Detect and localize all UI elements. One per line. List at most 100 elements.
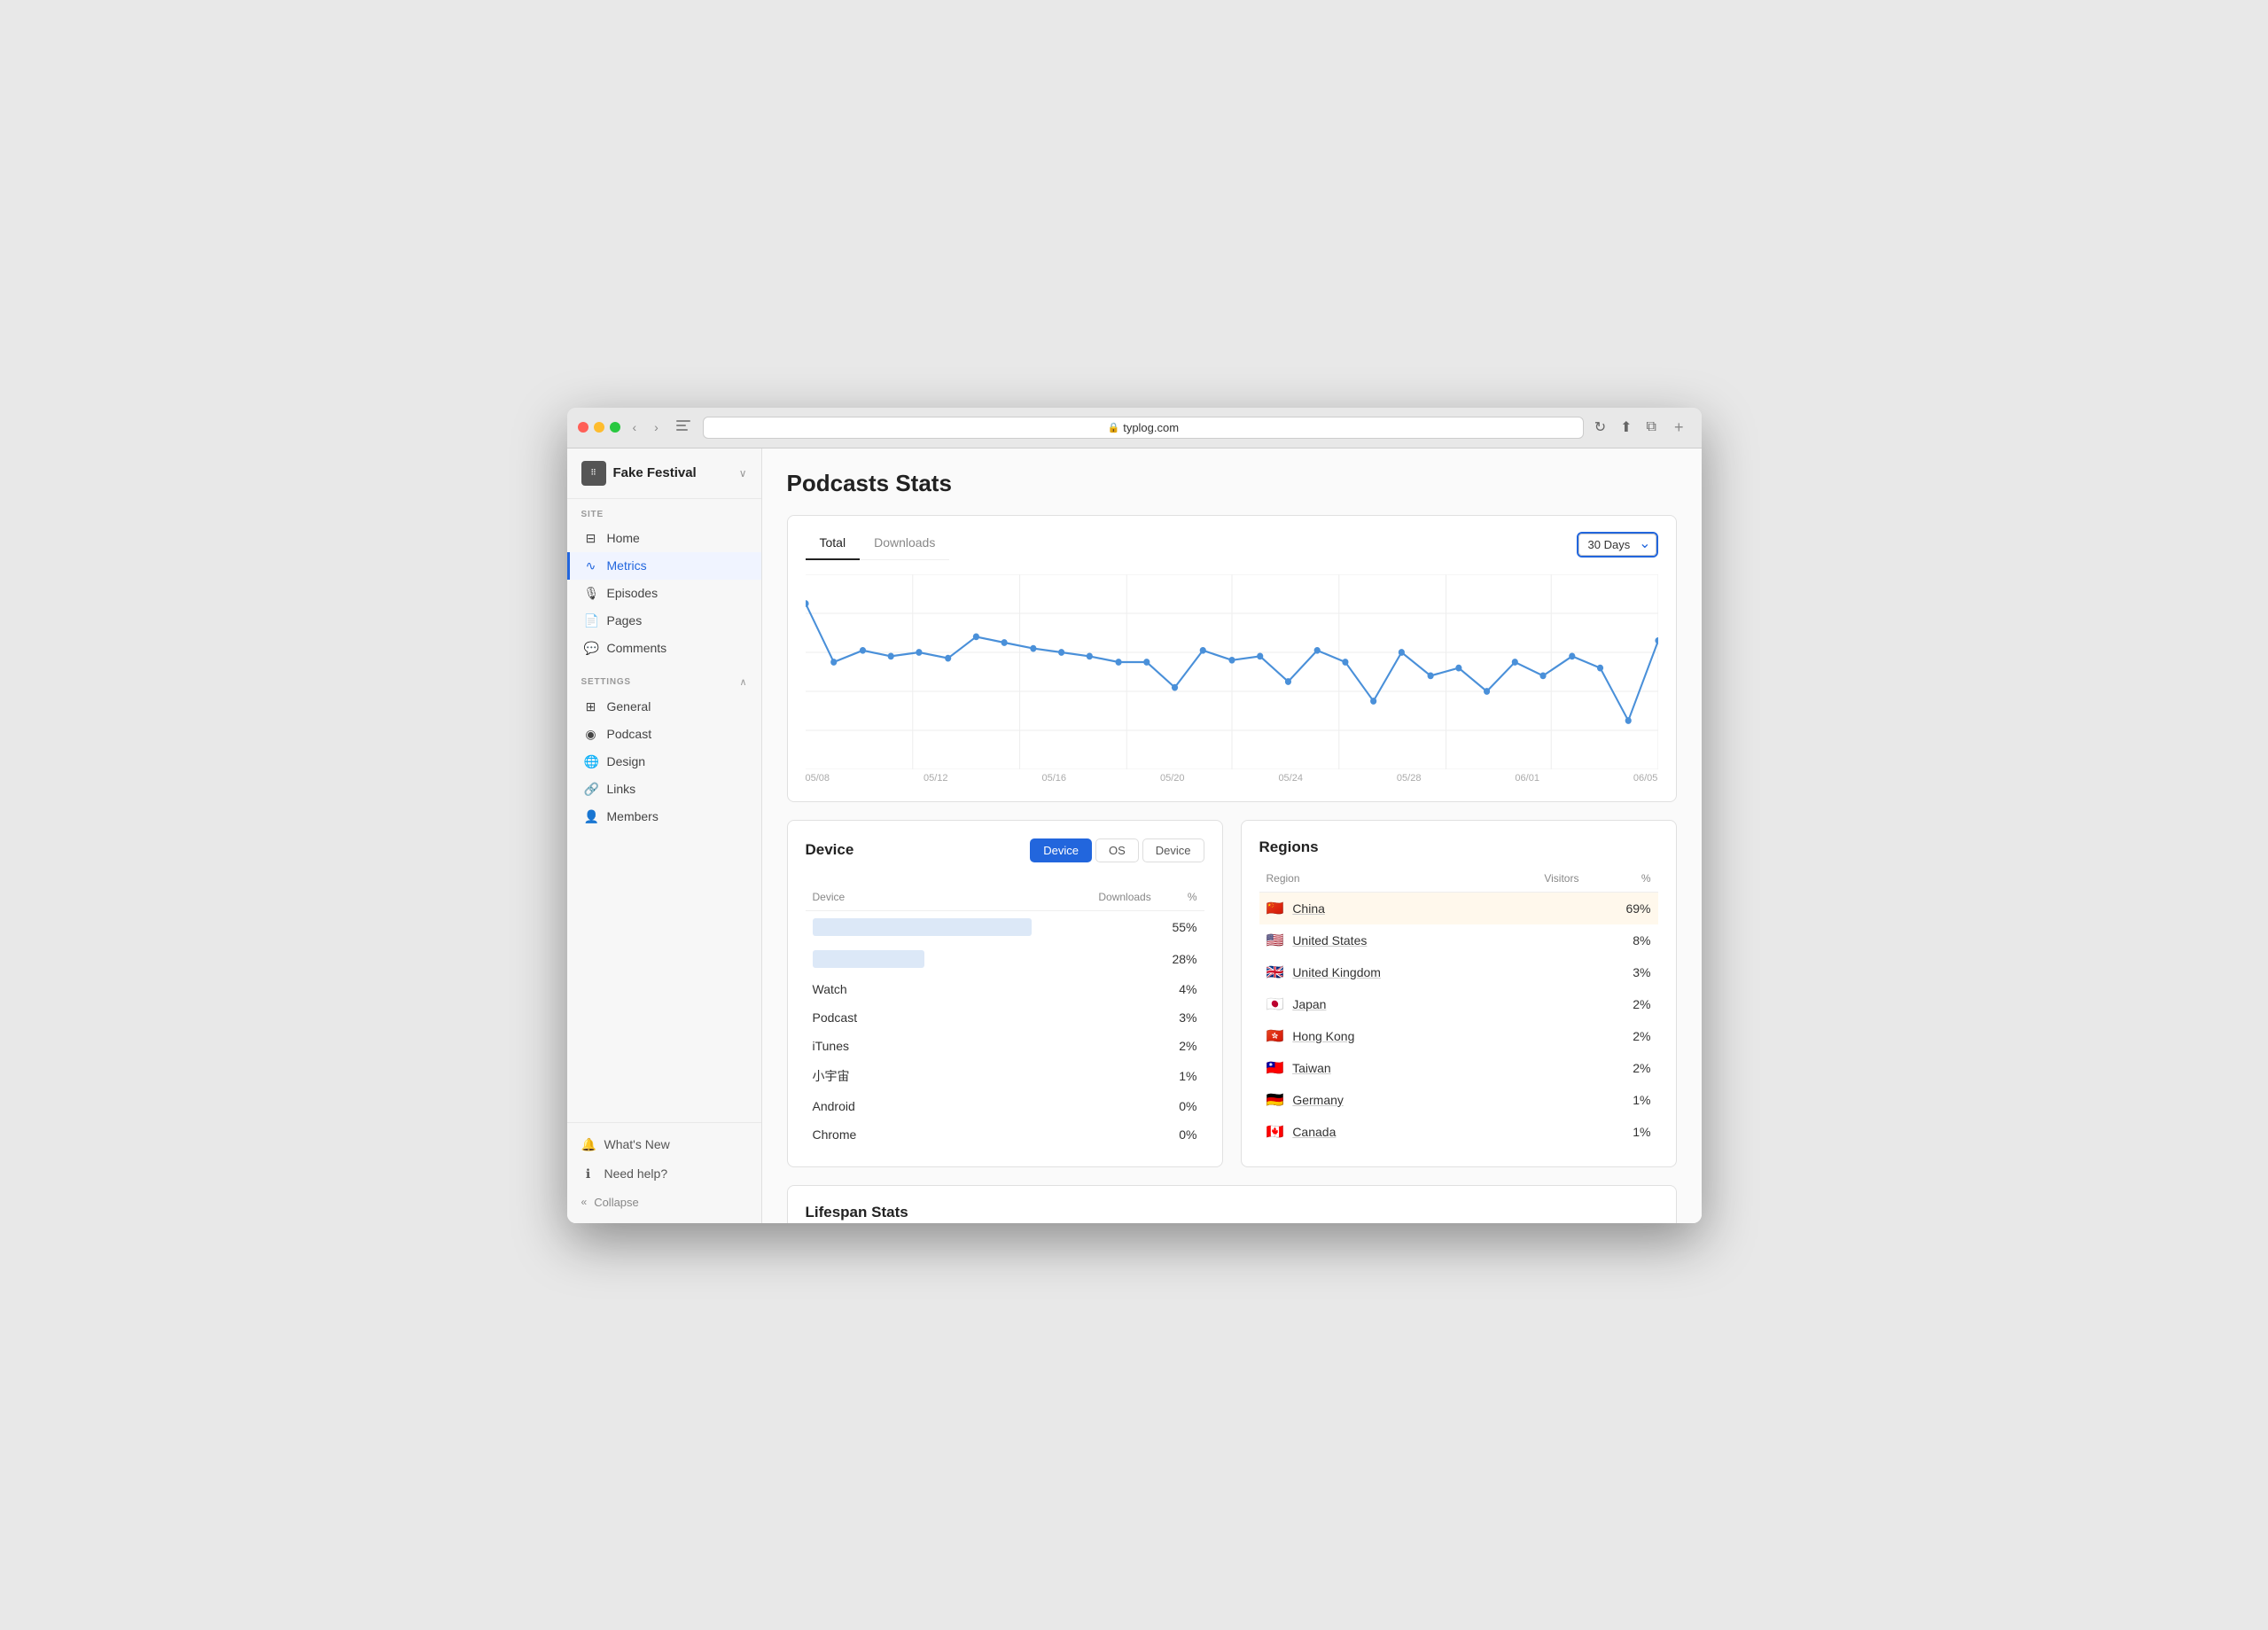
filter-tab-app[interactable]: Device (1142, 838, 1204, 862)
site-header[interactable]: ⠿ Fake Festival ∨ (567, 448, 761, 499)
flag-icon: 🇺🇸 (1266, 933, 1284, 948)
share-button[interactable]: ⬆ (1617, 415, 1635, 440)
sidebar-item-label: Podcast (607, 727, 652, 741)
device-pct: 3% (1158, 1003, 1204, 1032)
col-region: Region (1259, 869, 1497, 893)
region-row: 🇭🇰 Hong Kong 2% (1259, 1020, 1658, 1052)
col-pct-region: % (1586, 869, 1657, 893)
close-button[interactable] (578, 422, 588, 433)
chart-svg (806, 574, 1658, 769)
comments-icon: 💬 (584, 641, 598, 656)
col-device: Device (806, 887, 1080, 911)
sidebar-item-links[interactable]: 🔗 Links (567, 776, 761, 803)
sidebar-item-label: Design (607, 754, 646, 768)
sidebar-item-metrics[interactable]: ∿ Metrics (567, 552, 761, 580)
x-label-0: 05/08 (806, 773, 830, 784)
region-link[interactable]: Canada (1292, 1125, 1336, 1139)
regions-card: Regions Region Visitors % 🇨🇳 China (1241, 820, 1677, 1167)
filter-tab-device[interactable]: Device (1030, 838, 1092, 862)
episodes-icon: 🎙 (584, 586, 598, 601)
forward-button[interactable]: › (649, 418, 664, 436)
region-row: 🇬🇧 United Kingdom 3% (1259, 956, 1658, 988)
sidebar-bottom: 🔔 What's New ℹ Need help? « Collapse (567, 1122, 761, 1223)
filter-tab-os[interactable]: OS (1095, 838, 1139, 862)
site-nav-section: SITE ⊟ Home ∿ Metrics 🎙 Episodes 📄 Pages (567, 499, 761, 666)
site-chevron-icon: ∨ (739, 467, 747, 480)
region-link[interactable]: China (1292, 901, 1325, 916)
period-select-wrapper: 30 Days 7 Days 90 Days 1 Year (1577, 532, 1658, 558)
sidebar-item-label: Need help? (604, 1166, 668, 1181)
sidebar-item-label: Episodes (607, 586, 659, 600)
sidebar-item-comments[interactable]: 💬 Comments (567, 635, 761, 662)
help-icon: ℹ (581, 1166, 596, 1182)
region-link[interactable]: Hong Kong (1292, 1029, 1354, 1043)
col-pct: % (1158, 887, 1204, 911)
flag-icon: 🇹🇼 (1266, 1061, 1284, 1076)
sidebar-item-pages[interactable]: 📄 Pages (567, 607, 761, 635)
sidebar-item-label: Metrics (607, 558, 647, 573)
sidebar-item-episodes[interactable]: 🎙 Episodes (567, 580, 761, 607)
page-title: Podcasts Stats (787, 470, 1677, 497)
lock-icon: 🔒 (1108, 422, 1120, 433)
home-icon: ⊟ (584, 531, 598, 546)
tab-downloads[interactable]: Downloads (860, 530, 949, 560)
region-pct: 3% (1586, 956, 1657, 988)
members-icon: 👤 (584, 809, 598, 824)
new-tab-button[interactable]: + (1667, 415, 1691, 441)
sidebar-item-design[interactable]: 🌐 Design (567, 748, 761, 776)
region-link[interactable]: Japan (1292, 997, 1326, 1011)
device-pct: 0% (1158, 1092, 1204, 1120)
sidebar-item-label: Comments (607, 641, 667, 655)
app-layout: ⠿ Fake Festival ∨ SITE ⊟ Home ∿ Metrics … (567, 448, 1702, 1223)
lifespan-title: Lifespan Stats (806, 1204, 908, 1221)
region-pct: 1% (1586, 1084, 1657, 1116)
pages-icon: 📄 (584, 613, 598, 628)
flag-icon: 🇭🇰 (1266, 1029, 1284, 1044)
collapse-icon: « (581, 1196, 588, 1208)
sidebar-item-podcast[interactable]: ◉ Podcast (567, 721, 761, 748)
sidebar-item-label: Pages (607, 613, 643, 628)
sidebar-item-need-help[interactable]: ℹ Need help? (567, 1159, 761, 1189)
region-name-cell: 🇺🇸 United States (1259, 924, 1497, 956)
sidebar-toggle-button[interactable] (671, 418, 696, 437)
device-pct: 4% (1158, 975, 1204, 1003)
sidebar-item-label: Members (607, 809, 659, 823)
browser-chrome: ‹ › 🔒 typlog.com ↻ ⬆ ⧉ + (567, 408, 1702, 448)
sidebar-item-home[interactable]: ⊟ Home (567, 525, 761, 552)
region-link[interactable]: United States (1292, 933, 1367, 948)
device-bar-cell (806, 910, 1080, 943)
region-pct: 1% (1586, 1116, 1657, 1148)
region-name-cell: 🇹🇼 Taiwan (1259, 1052, 1497, 1084)
settings-chevron-icon[interactable]: ∧ (739, 676, 746, 688)
region-name-cell: 🇯🇵 Japan (1259, 988, 1497, 1020)
sidebar-item-label: Home (607, 531, 640, 545)
address-bar[interactable]: 🔒 typlog.com (703, 417, 1584, 439)
period-select[interactable]: 30 Days 7 Days 90 Days 1 Year (1578, 534, 1656, 556)
device-name: Android (806, 1092, 1080, 1120)
region-name-cell: 🇬🇧 United Kingdom (1259, 956, 1497, 988)
device-name: Podcast (806, 1003, 1080, 1032)
region-link[interactable]: United Kingdom (1292, 965, 1381, 979)
region-link[interactable]: Taiwan (1292, 1061, 1331, 1075)
device-pct: 2% (1158, 1032, 1204, 1060)
browser-window: ‹ › 🔒 typlog.com ↻ ⬆ ⧉ + (567, 408, 1702, 1223)
maximize-button[interactable] (610, 422, 620, 433)
chart-area (806, 574, 1658, 769)
tab-total[interactable]: Total (806, 530, 861, 560)
region-link[interactable]: Germany (1292, 1093, 1344, 1107)
region-name-cell: 🇩🇪 Germany (1259, 1084, 1497, 1116)
bell-icon: 🔔 (581, 1137, 596, 1152)
minimize-button[interactable] (594, 422, 604, 433)
sidebar-item-general[interactable]: ⊞ General (567, 693, 761, 721)
new-window-button[interactable]: ⧉ (1643, 416, 1660, 439)
sidebar-collapse-button[interactable]: « Collapse (567, 1189, 761, 1216)
sidebar-item-whats-new[interactable]: 🔔 What's New (567, 1130, 761, 1159)
device-row: 55% (806, 910, 1204, 943)
sidebar-item-members[interactable]: 👤 Members (567, 803, 761, 831)
back-button[interactable]: ‹ (627, 418, 643, 436)
reload-button[interactable]: ↻ (1591, 415, 1609, 440)
device-row: Chrome 0% (806, 1120, 1204, 1149)
device-name: Chrome (806, 1120, 1080, 1149)
region-row: 🇨🇦 Canada 1% (1259, 1116, 1658, 1148)
x-label-2: 05/16 (1041, 773, 1066, 784)
